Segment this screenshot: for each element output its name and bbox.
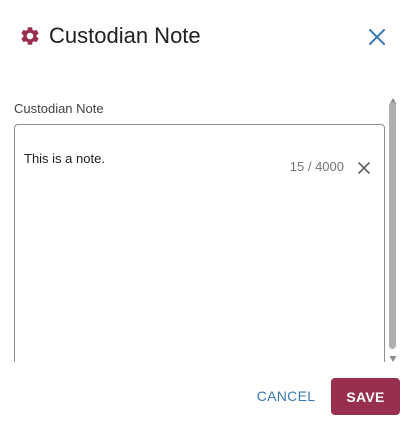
save-button[interactable]: SAVE [331,378,400,415]
custodian-note-textarea[interactable]: This is a note. 15 / 4000 [14,124,385,362]
gear-icon [19,25,41,47]
cancel-button[interactable]: CANCEL [250,378,322,414]
vertical-scrollbar[interactable] [386,92,400,362]
clear-icon[interactable] [356,160,372,176]
dialog-title: Custodian Note [49,23,201,48]
scroll-down-arrow-icon[interactable] [389,350,397,362]
dialog-body: Custodian Note This is a note. 15 / 4000 [0,86,414,362]
textarea-value[interactable]: This is a note. [24,151,105,167]
dialog-header: Custodian Note [0,0,414,72]
custodian-note-dialog: Custodian Note Custodian Note This is a … [0,0,414,428]
dialog-footer: CANCEL SAVE [0,362,414,428]
scrollbar-thumb[interactable] [389,102,396,349]
field-label: Custodian Note [14,101,104,116]
character-counter: 15 / 4000 [289,159,344,174]
close-icon[interactable] [364,24,390,50]
scroll-up-arrow-icon[interactable] [389,92,397,104]
